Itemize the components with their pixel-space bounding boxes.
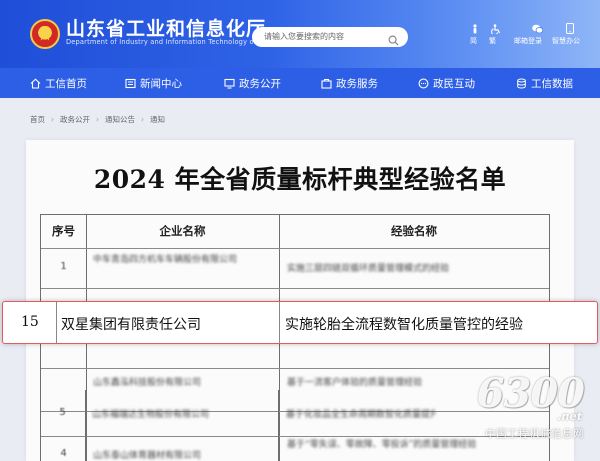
nav-item-interaction[interactable]: 政民互动 bbox=[418, 75, 475, 91]
breadcrumb-notices[interactable]: 通知公告 bbox=[105, 114, 135, 125]
breadcrumb-separator: › bbox=[96, 114, 99, 124]
row-divider bbox=[41, 248, 549, 249]
home-icon bbox=[30, 77, 41, 89]
data-icon bbox=[517, 78, 526, 88]
search-input[interactable]: 请输入您要搜索的内容 bbox=[264, 31, 344, 42]
email-login-link[interactable]: 邮箱登录 bbox=[514, 36, 542, 46]
watermark-caption: 中国工程机械信息网 bbox=[485, 428, 584, 440]
column-divider bbox=[279, 302, 280, 343]
phone-icon[interactable] bbox=[566, 19, 576, 34]
elder-mode-icon[interactable] bbox=[470, 19, 480, 34]
header-tools: 简 繁 邮箱登录 智慧办公 bbox=[466, 19, 586, 49]
chat-icon bbox=[418, 78, 429, 88]
row-no: 5 bbox=[59, 407, 66, 418]
header-experience: 经验名称 bbox=[391, 224, 437, 238]
monitor-icon bbox=[224, 78, 235, 89]
service-icon bbox=[321, 78, 332, 89]
breadcrumb-home[interactable]: 首页 bbox=[30, 114, 45, 125]
row-company: 中车青岛四方机车车辆股份有限公司 bbox=[93, 255, 238, 265]
accessibility-icon[interactable] bbox=[491, 19, 501, 36]
row-no: 4 bbox=[60, 448, 67, 459]
simplified-chinese-link[interactable]: 简 bbox=[470, 36, 477, 46]
breadcrumb-separator: › bbox=[141, 114, 144, 124]
nav-label: 政务公开 bbox=[239, 77, 281, 90]
watermark-domain: .net bbox=[557, 410, 582, 423]
row-divider bbox=[41, 288, 549, 289]
nav-item-home[interactable]: 工信首页 bbox=[30, 75, 87, 91]
smart-office-link[interactable]: 智慧办公 bbox=[552, 36, 580, 46]
nav-label: 工信数据 bbox=[531, 77, 573, 90]
search-icon[interactable] bbox=[388, 31, 399, 50]
breadcrumb: 首页 › 政务公开 › 通知公告 › 通知 bbox=[30, 113, 165, 125]
header-no: 序号 bbox=[52, 224, 75, 238]
nav-item-news[interactable]: 新闻中心 bbox=[125, 75, 182, 91]
nav-label: 新闻中心 bbox=[140, 77, 182, 90]
highlight-experience: 实施轮胎全流程数智化质量管控的经验 bbox=[285, 317, 523, 333]
national-emblem-logo[interactable] bbox=[30, 19, 60, 49]
column-divider bbox=[56, 302, 57, 343]
breadcrumb-current: 通知 bbox=[150, 114, 165, 124]
document-title: 2024 年全省质量标杆典型经验名单 bbox=[93, 165, 507, 194]
nav-item-data[interactable]: 工信数据 bbox=[516, 75, 573, 91]
main-nav: 工信首页 新闻中心 政务公开 政务服务 政民互动 工信数据 bbox=[0, 68, 600, 98]
site-header: 山东省工业和信息化厅 Department of Industry and In… bbox=[0, 0, 600, 68]
search-box[interactable]: 请输入您要搜索的内容 bbox=[252, 27, 408, 47]
column-divider bbox=[40, 390, 41, 461]
news-icon bbox=[125, 78, 136, 88]
row-company: 山东鑫泓科技股份有限公司 bbox=[93, 378, 202, 388]
row-company: 山东福瑞达生物股份有限公司 bbox=[92, 410, 210, 420]
column-divider bbox=[85, 390, 86, 461]
nav-label: 工信首页 bbox=[45, 77, 87, 90]
row-experience: 基于化妆品全生命周期数智化质量提升经验 bbox=[286, 410, 436, 420]
row-company: 山东泰山体育器材有限公司 bbox=[93, 451, 202, 461]
highlight-no: 15 bbox=[21, 314, 39, 330]
column-divider bbox=[278, 390, 279, 461]
watermark: 6300 .net 中国工程机械信息网 bbox=[440, 366, 590, 446]
nav-label: 政务服务 bbox=[336, 77, 378, 90]
nav-item-gov-affairs[interactable]: 政务公开 bbox=[224, 75, 281, 91]
breadcrumb-separator: › bbox=[51, 114, 54, 124]
row-experience: 实施三层四链双循环质量管理模式的经验 bbox=[287, 264, 450, 274]
nav-item-gov-service[interactable]: 政务服务 bbox=[321, 75, 378, 91]
highlighted-row[interactable]: 15 双星集团有限责任公司 实施轮胎全流程数智化质量管控的经验 bbox=[2, 301, 598, 344]
header-company: 企业名称 bbox=[159, 224, 206, 238]
site-title[interactable]: 山东省工业和信息化厅 bbox=[66, 14, 266, 41]
wechat-icon[interactable] bbox=[532, 19, 544, 34]
nav-label: 政民互动 bbox=[433, 77, 475, 90]
breadcrumb-gov-affairs[interactable]: 政务公开 bbox=[60, 114, 90, 125]
highlight-company: 双星集团有限责任公司 bbox=[61, 317, 201, 333]
row-no: 1 bbox=[60, 261, 67, 272]
traditional-chinese-link[interactable]: 繁 bbox=[489, 36, 496, 46]
